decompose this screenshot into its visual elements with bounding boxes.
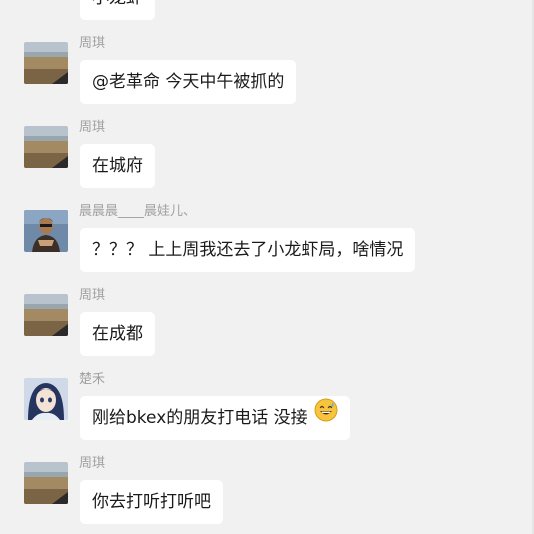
landscape-avatar-image [24, 294, 68, 336]
message-text: 你去打听打听吧 [92, 492, 211, 512]
grinning-sweat-emoji-icon [314, 395, 338, 439]
message-bubble[interactable]: @老革命 今天中午被抓的 [80, 60, 297, 104]
sender-name: 周琪 [79, 36, 106, 51]
sender-name: 周琪 [79, 288, 106, 303]
message-text: ？？？ 上上周我还去了小龙虾局，啥情况 [92, 240, 404, 260]
chat-message-list[interactable]: 小龙虾 周琪 @老革命 今天中午被抓的 [0, 0, 534, 534]
message-text: 在成都 [92, 324, 143, 344]
person-avatar-image [24, 210, 68, 252]
avatar[interactable] [24, 294, 68, 336]
message-bubble[interactable]: 你去打听打听吧 [80, 480, 223, 524]
sender-name: 晨晨晨____晨娃儿、 [79, 204, 197, 219]
avatar[interactable] [24, 42, 68, 84]
landscape-avatar-image [24, 462, 68, 504]
avatar[interactable] [24, 462, 68, 504]
message-text: @老革命 今天中午被抓的 [92, 72, 285, 92]
message-bubble[interactable]: 在成都 [80, 312, 155, 356]
sender-name: 周琪 [79, 120, 106, 135]
sender-name: 周琪 [79, 456, 106, 471]
avatar[interactable] [24, 378, 68, 420]
message-text: 刚给bkex的朋友打电话 没接 [92, 408, 308, 428]
sender-name: 楚禾 [79, 372, 106, 387]
message-bubble[interactable]: 刚给bkex的朋友打电话 没接 [80, 395, 351, 440]
avatar[interactable] [24, 126, 68, 168]
message-text: 在城府 [92, 156, 143, 176]
landscape-avatar-image [24, 126, 68, 168]
message-bubble[interactable]: ？？？ 上上周我还去了小龙虾局，啥情况 [80, 228, 416, 272]
avatar[interactable] [24, 210, 68, 252]
anime-avatar-image [24, 378, 68, 420]
message-bubble[interactable]: 在城府 [80, 144, 155, 188]
message-bubble[interactable]: 小龙虾 [80, 0, 155, 20]
message-text: 小龙虾 [92, 0, 143, 8]
landscape-avatar-image [24, 42, 68, 84]
